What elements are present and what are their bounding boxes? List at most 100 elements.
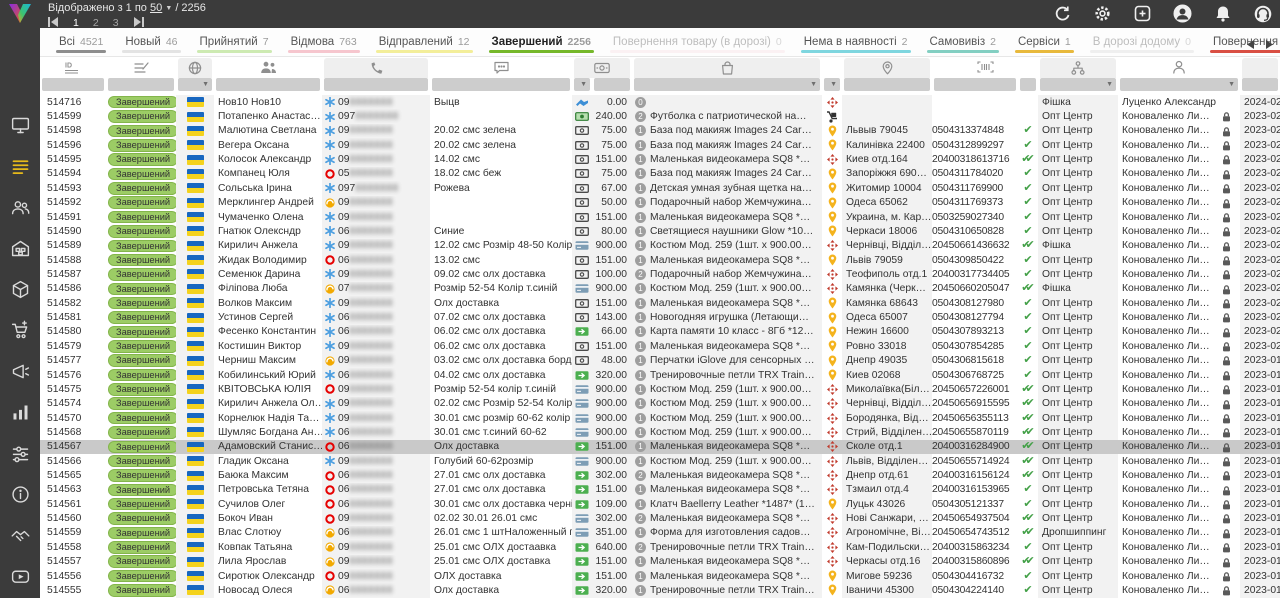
table-row[interactable]: 514586ЗавершенийФіліпова Люба078888888Ро… [40,282,1280,296]
profile-icon[interactable] [1173,4,1192,23]
filter-tracking-status[interactable] [1020,78,1036,91]
table-row[interactable]: 514560ЗавершенийБокоч Иван09888888802.02… [40,511,1280,525]
filter-status[interactable] [108,78,174,91]
table-row[interactable]: 514589ЗавершенийКирилич Анжела0988888881… [40,239,1280,253]
sidebar-item-warehouse-icon[interactable] [9,237,31,259]
settings-gear-icon[interactable] [1093,4,1112,23]
page-button-3[interactable]: 3 [113,17,119,29]
table-row[interactable]: 514582ЗавершенийВолков Максим098888888Ол… [40,296,1280,310]
filter-manager[interactable]: ▼ [1120,78,1238,91]
table-row[interactable]: 514570ЗавершенийКорнелюк Надія Та…098888… [40,411,1280,425]
column-header-address-icon[interactable] [844,58,930,78]
table-row[interactable]: 514561ЗавершенийСучилов Олег06888888830.… [40,497,1280,511]
sidebar-item-automation-icon[interactable] [9,442,31,464]
filter-network[interactable]: ▼ [178,78,212,91]
table-row[interactable]: 514577ЗавершенийЧерниш Максим09888888803… [40,353,1280,367]
support-headset-icon[interactable] [1253,4,1272,23]
table-row[interactable]: 514587ЗавершенийСеменюк Дарина0988888880… [40,267,1280,281]
table-row[interactable]: 514555ЗавершенийНовосад Олеся068888888Ол… [40,583,1280,597]
tab-scroll-right-icon[interactable] [1265,36,1274,54]
table-row[interactable]: 514559ЗавершенийВлас Слотюу06888888826.0… [40,526,1280,540]
tab-11[interactable]: В дорозі додому0 [1082,28,1202,56]
filter-amount[interactable] [594,78,630,91]
filter-delivery[interactable]: ▼ [824,78,840,91]
sidebar-item-video-help-icon[interactable] [9,565,31,587]
table-row[interactable]: 514579ЗавершенийКостишин Виктор098888888… [40,339,1280,353]
table-row[interactable]: 514556ЗавершенийСиротюк Олександр0988888… [40,569,1280,583]
column-header-network-icon[interactable] [178,58,212,78]
tab-scroll-left-icon[interactable] [1246,36,1255,54]
filter-comment[interactable] [432,78,570,91]
sidebar-item-clients-icon[interactable] [9,196,31,218]
table-row[interactable]: 514565ЗавершенийБаюка Максим06888888827.… [40,468,1280,482]
table-row[interactable]: 514557ЗавершенийЛила Ярослав09888888825.… [40,555,1280,569]
column-header-amount-icon[interactable] [574,58,630,78]
filter-products[interactable]: ▼ [634,78,820,91]
column-header-manager-icon[interactable] [1118,57,1240,77]
add-order-icon[interactable] [1133,4,1152,23]
table-row[interactable]: 514599ЗавершенийПотапенко Анастас…097888… [40,109,1280,123]
filter-address[interactable] [844,78,930,91]
table-row[interactable]: 514590ЗавершенийГнатюк Олексндр068888888… [40,224,1280,238]
column-header-sales-channel-icon[interactable] [1040,58,1116,78]
tab-3[interactable]: Прийнятий7 [189,28,280,56]
filter-id[interactable] [42,78,104,91]
tab-2[interactable]: Новый46 [114,28,188,56]
sidebar-item-purchases-icon[interactable] [9,319,31,341]
filter-client[interactable] [216,78,320,91]
filter-date[interactable] [1242,78,1278,91]
table-row[interactable]: 514581ЗавершенийУстинов Сергей0688888880… [40,310,1280,324]
table-row[interactable]: 514566ЗавершенийГладик Оксана098888888Го… [40,454,1280,468]
sidebar-item-statistics-icon[interactable] [9,401,31,423]
table-row[interactable]: 514568ЗавершенийШумляс Богдана Ан…068888… [40,425,1280,439]
table-row[interactable]: 514591ЗавершенийЧумаченко Олена098888888… [40,210,1280,224]
table-row[interactable]: 514588ЗавершенийЖидак Володимир068888888… [40,253,1280,267]
table-row[interactable]: 514574ЗавершенийКирилич Анжела Ол…098888… [40,397,1280,411]
table-row[interactable]: 514567ЗавершенийАдамовский Станис…068888… [40,440,1280,454]
sidebar-item-marketing-icon[interactable] [9,360,31,382]
filter-payment[interactable]: ▼ [574,78,590,91]
filter-phone[interactable] [324,78,428,91]
filter-tracking[interactable] [934,78,1016,91]
page-button-2[interactable]: 2 [93,17,99,29]
tab-8[interactable]: Нема в наявності2 [793,28,919,56]
sidebar-item-info-icon[interactable] [9,483,31,505]
table-row[interactable]: 514594ЗавершенийКомпанец Юля05888888818.… [40,167,1280,181]
tab-5[interactable]: Відправлений12 [368,28,481,56]
app-logo-icon[interactable] [7,3,33,25]
table-row[interactable]: 514593ЗавершенийСольська Ірина0978888888… [40,181,1280,195]
table-row[interactable]: 514592ЗавершенийМерклингер Андрей0988888… [40,196,1280,210]
table-row[interactable]: 514575ЗавершенийКВІТОВСЬКА ЮЛІЯ098888888… [40,382,1280,396]
table-row[interactable]: 514558ЗавершенийКовпак Татьяна0988888882… [40,540,1280,554]
filter-sales-channel[interactable]: ▼ [1040,78,1116,91]
table-row[interactable]: 514716ЗавершенийНов10 Нов10098888888Выцв… [40,95,1280,109]
tab-10[interactable]: Сервіси1 [1007,28,1082,56]
column-header-products-icon[interactable] [634,58,820,78]
table-row[interactable]: 514595ЗавершенийКолосок Александр0988888… [40,152,1280,166]
sidebar-item-dashboard-icon[interactable] [9,114,31,136]
table-row[interactable]: 514563ЗавершенийПетровська Тетяна0688888… [40,483,1280,497]
column-header-phone-icon[interactable] [324,58,428,78]
column-header-status-icon[interactable] [106,57,176,77]
notifications-bell-icon[interactable] [1213,4,1232,23]
table-row[interactable]: 514580ЗавершенийФесенко Константин068888… [40,325,1280,339]
column-header-tracking-icon[interactable] [932,57,1038,77]
tab-4[interactable]: Відмова763 [280,28,368,56]
tab-1[interactable]: Всі4521 [48,28,114,56]
per-page-dropdown[interactable]: 50 [150,2,162,14]
first-page-button[interactable] [48,14,59,32]
refresh-icon[interactable] [1053,4,1072,23]
tab-6[interactable]: Завершений2256 [481,28,602,56]
sidebar-item-orders-icon[interactable] [9,155,31,177]
page-button-1[interactable]: 1 [73,17,79,29]
table-row[interactable]: 514598ЗавершенийМалютина Светлана0988888… [40,124,1280,138]
table-row[interactable]: 514576ЗавершенийКобилинський Юрий0688888… [40,368,1280,382]
table-row[interactable]: 514596ЗавершенийВегера Оксана09888888820… [40,138,1280,152]
column-header-client-icon[interactable] [214,57,322,77]
sidebar-item-partners-icon[interactable] [9,524,31,546]
sidebar-item-products-icon[interactable] [9,278,31,300]
tab-7[interactable]: Повернення товару (в дорозі)0 [602,28,793,56]
tab-9[interactable]: Самовивіз2 [919,28,1007,56]
last-page-button[interactable] [133,14,144,32]
column-header-comment-icon[interactable] [430,57,572,77]
